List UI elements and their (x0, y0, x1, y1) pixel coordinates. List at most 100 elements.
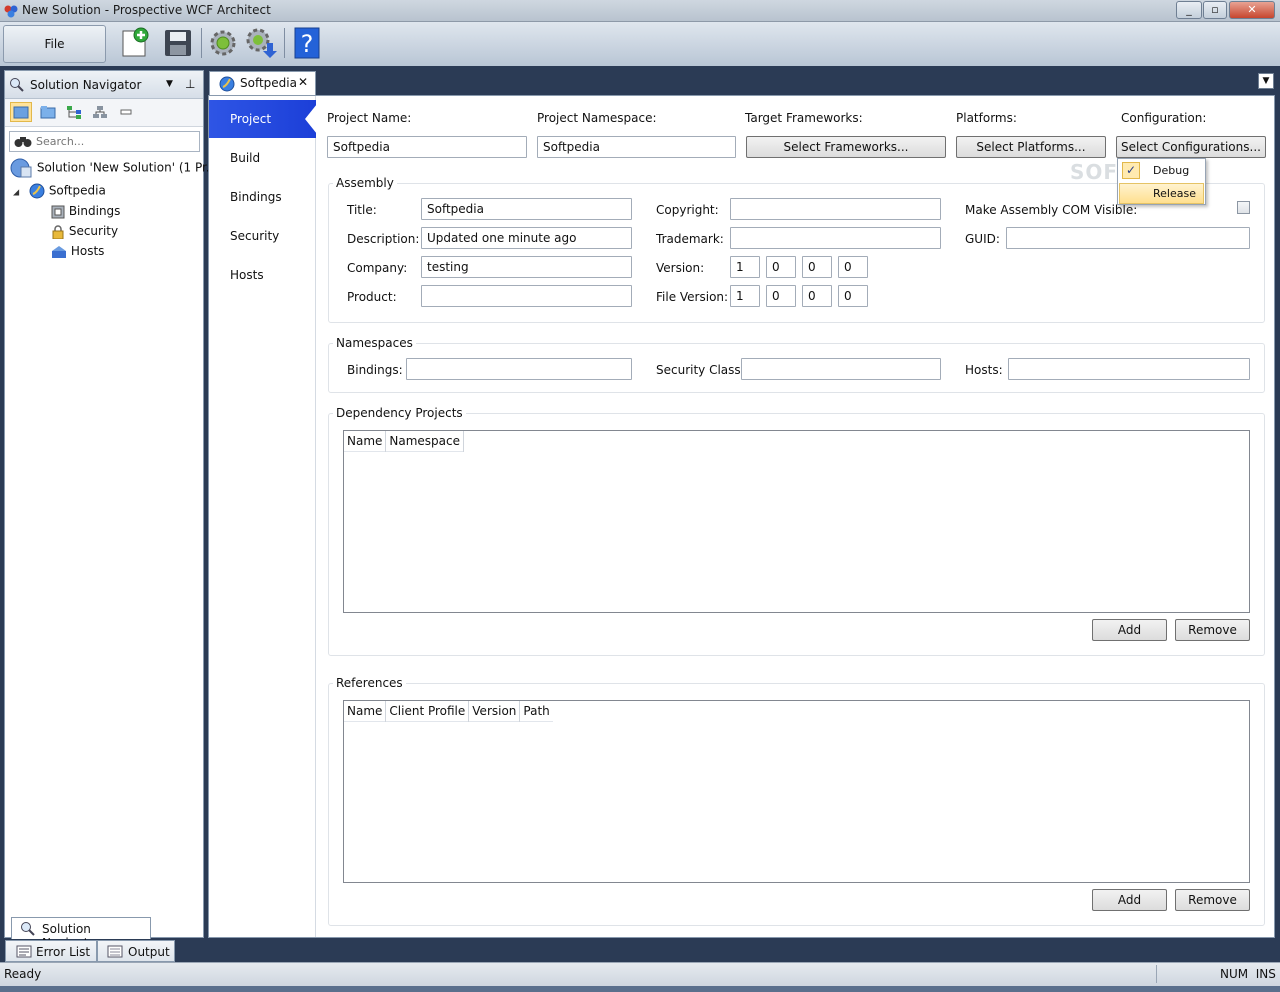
select-frameworks-button[interactable]: Select Frameworks... (746, 136, 946, 158)
new-project-button[interactable] (117, 26, 151, 60)
output-tab[interactable]: Output (97, 940, 175, 962)
tree-solution-label: Solution 'New Solution' (1 Pr... (36, 160, 218, 175)
project-side-nav: Project Build Bindings Security Hosts (209, 96, 317, 937)
navigator-title: Solution Navigator (30, 78, 142, 92)
namespaces-group-title: Namespaces (333, 336, 416, 350)
hosts-namespace-input[interactable] (1008, 358, 1250, 380)
dependency-remove-button[interactable]: Remove (1175, 619, 1250, 641)
trademark-input[interactable] (730, 227, 941, 249)
file-version-minor-input[interactable] (766, 285, 796, 307)
file-version-revision-input[interactable] (838, 285, 868, 307)
navigator-search-input[interactable] (36, 134, 196, 149)
show-files-tool[interactable] (10, 102, 32, 122)
guid-label: GUID: (965, 232, 1000, 246)
build-button[interactable] (206, 26, 240, 60)
gear-download-icon (246, 28, 277, 58)
file-menu-button[interactable]: File (3, 25, 106, 63)
tree-item-security[interactable]: Security (51, 224, 118, 239)
help-icon: ? (294, 27, 320, 59)
tree-item-hosts[interactable]: Hosts (51, 244, 104, 259)
status-text: Ready (4, 967, 42, 981)
document-tab-softpedia[interactable]: Softpedia ✕ (209, 71, 316, 95)
bindings-namespace-label: Bindings: (347, 363, 403, 377)
company-input[interactable] (421, 256, 632, 278)
collapse-tool[interactable] (117, 104, 135, 120)
column-header-version[interactable]: Version (469, 701, 521, 722)
column-header-name[interactable]: Name (344, 431, 387, 452)
maximize-button[interactable]: ▫ (1203, 1, 1227, 19)
version-build-input[interactable] (802, 256, 832, 278)
tree-item-bindings[interactable]: Bindings (51, 204, 120, 219)
toolbar-separator (284, 28, 285, 58)
version-major-input[interactable] (730, 256, 760, 278)
references-grid[interactable]: Name Client Profile Version Path (343, 700, 1250, 883)
tree-item-label: Security (68, 224, 119, 238)
minimize-button[interactable]: _ (1176, 1, 1202, 19)
dependency-add-button[interactable]: Add (1092, 619, 1167, 641)
solution-navigator-tab[interactable]: Solution Navigator (11, 917, 151, 950)
save-button[interactable] (161, 26, 195, 60)
document-list-dropdown[interactable]: ▼ (1258, 73, 1274, 89)
select-platforms-button[interactable]: Select Platforms... (956, 136, 1106, 158)
com-visible-checkbox[interactable] (1237, 201, 1250, 214)
close-tab-icon[interactable]: ✕ (298, 75, 308, 89)
error-list-tab[interactable]: Error List (5, 940, 97, 962)
solution-icon (10, 158, 32, 178)
chevron-down-icon[interactable]: ▼ (166, 79, 173, 89)
folder-view-icon (13, 106, 29, 119)
hosts-namespace-label: Hosts: (965, 363, 1003, 377)
security-class-input[interactable] (741, 358, 941, 380)
side-nav-bindings[interactable]: Bindings (209, 178, 316, 216)
hierarchy-tool[interactable] (65, 104, 83, 120)
file-version-build-input[interactable] (802, 285, 832, 307)
close-window-button[interactable]: ✕ (1229, 1, 1275, 19)
column-header-name[interactable]: Name (344, 701, 387, 722)
assembly-group-title: Assembly (333, 176, 397, 190)
select-configurations-button[interactable]: Select Configurations... (1116, 136, 1266, 158)
build-download-button[interactable] (244, 26, 278, 60)
column-header-client-profile[interactable]: Client Profile (386, 701, 470, 722)
hierarchy-icon (67, 106, 81, 119)
references-add-button[interactable]: Add (1092, 889, 1167, 911)
network-icon (93, 106, 107, 118)
side-nav-security[interactable]: Security (209, 217, 316, 255)
references-remove-button[interactable]: Remove (1175, 889, 1250, 911)
dependency-projects-grid[interactable]: Name Namespace (343, 430, 1250, 613)
copyright-input[interactable] (730, 198, 941, 220)
error-list-icon (16, 945, 32, 958)
product-input[interactable] (421, 285, 632, 307)
globe-icon (29, 183, 45, 199)
column-header-path[interactable]: Path (520, 701, 552, 722)
side-nav-hosts[interactable]: Hosts (209, 256, 316, 294)
project-namespace-input[interactable] (537, 136, 736, 158)
side-nav-build[interactable]: Build (209, 139, 316, 177)
file-version-major-input[interactable] (730, 285, 760, 307)
config-item-release[interactable]: Release (1119, 183, 1204, 204)
tree-expand-icon[interactable]: ◢ (13, 188, 19, 197)
output-tab-label: Output (128, 945, 170, 959)
binoculars-icon (14, 137, 32, 147)
tree-project-label: Softpedia (48, 183, 106, 198)
project-name-input[interactable] (327, 136, 527, 158)
dependency-grid-header: Name Namespace (344, 431, 465, 452)
tree-item-label: Hosts (70, 244, 105, 258)
tree-project-node[interactable]: ◢ Softpedia (13, 183, 106, 199)
description-input[interactable] (421, 227, 632, 249)
network-tool[interactable] (91, 104, 109, 120)
bindings-namespace-input[interactable] (406, 358, 632, 380)
version-minor-input[interactable] (766, 256, 796, 278)
config-item-debug[interactable]: ✓ Debug (1119, 160, 1204, 181)
trademark-label: Trademark: (656, 232, 724, 246)
column-header-namespace[interactable]: Namespace (386, 431, 465, 452)
guid-input[interactable] (1006, 227, 1250, 249)
version-revision-input[interactable] (838, 256, 868, 278)
help-button[interactable]: ? (290, 26, 324, 60)
title-input[interactable] (421, 198, 632, 220)
side-nav-project[interactable]: Project (209, 100, 316, 138)
new-document-icon (122, 27, 149, 57)
folder-tool[interactable] (39, 104, 57, 120)
tree-solution-node[interactable]: Solution 'New Solution' (1 Pr... (9, 157, 217, 179)
config-item-label: Debug (1153, 164, 1190, 177)
pin-icon[interactable]: ⊥ (185, 77, 195, 91)
title-bar: New Solution - Prospective WCF Architect… (0, 0, 1280, 22)
